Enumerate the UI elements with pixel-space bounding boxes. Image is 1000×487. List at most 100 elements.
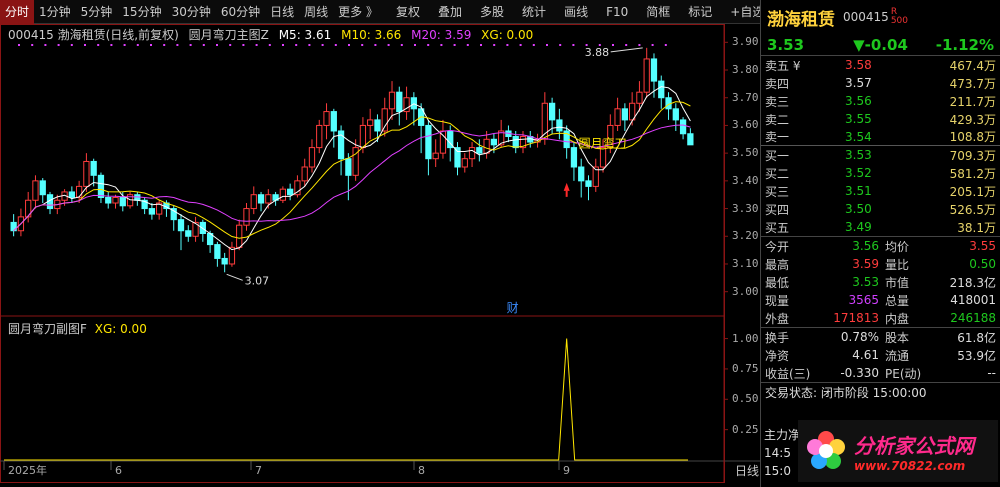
period-tab-5[interactable]: 60分钟 (216, 0, 265, 24)
candle-down (330, 111, 337, 132)
ask-row[interactable]: 卖一 3.54 108.8万 (761, 128, 1000, 146)
stat-value: 3565 (848, 293, 879, 307)
stat-value-2: 61.8亿 (957, 330, 996, 345)
ask-volume: 473.7万 (949, 76, 996, 91)
period-tab-3[interactable]: 15分钟 (117, 0, 166, 24)
signal-dot (97, 44, 100, 46)
bid-row[interactable]: 买五 3.49 38.1万 (761, 218, 1000, 236)
stats-row: 最高 3.59 量比 0.50 (761, 255, 1000, 273)
kline-chart-svg[interactable]: 3.88 3.07 圆月弯刀财 2025年 6 7 8 9 日线 (0, 24, 760, 487)
candle-up (75, 185, 83, 198)
sub-y-axis-label: 0.50 (732, 392, 759, 406)
signal-dot (255, 44, 258, 46)
candle-up (32, 180, 39, 201)
candle-down (148, 208, 156, 215)
candle-up (83, 160, 90, 187)
candle-down (374, 119, 381, 132)
candle-up (432, 152, 439, 160)
indicator-name[interactable]: 圆月弯刀主图Z (189, 28, 269, 42)
candle-down (578, 166, 585, 182)
stat-label: 净资 (765, 348, 790, 363)
r-badge: R 500 (891, 8, 908, 26)
sub-indicator-name[interactable]: 圆月弯刀副图F (8, 322, 87, 336)
candle-down (425, 124, 432, 160)
chart-frame (0, 24, 725, 483)
candle-up (308, 147, 316, 168)
bid-price: 3.52 (845, 166, 872, 180)
period-tab-7[interactable]: 周线 (299, 0, 333, 24)
candle-up (316, 124, 323, 149)
toolbar-button-1[interactable]: 叠加 (433, 0, 467, 24)
period-tab-1[interactable]: 1分钟 (34, 0, 76, 24)
stats-row: 最低 3.53 市值 218.3亿 (761, 273, 1000, 291)
stat-value: 171813 (833, 311, 879, 325)
ask-price: 3.56 (845, 94, 872, 108)
toolbar-button-0[interactable]: 复权 (391, 0, 425, 24)
ask-row[interactable]: 卖五 ¥ 3.58 467.4万 (761, 56, 1000, 74)
ask-price: 3.54 (845, 129, 872, 144)
signal-dot (123, 44, 126, 46)
toolbar-button-7[interactable]: 标记 (683, 0, 717, 24)
r-badge-num: 500 (890, 16, 908, 26)
signal-dot (493, 44, 496, 46)
price-change-pct: -1.12% (935, 35, 995, 54)
period-tab-4[interactable]: 30分钟 (167, 0, 216, 24)
stat-label-2: 量比 (885, 257, 910, 272)
candle-down (185, 230, 192, 237)
bid-row[interactable]: 买二 3.52 581.2万 (761, 164, 1000, 182)
period-tab-8[interactable]: 更多 》 (333, 0, 383, 24)
toolbar-button-3[interactable]: 统计 (517, 0, 551, 24)
period-tab-0[interactable]: 分时 (0, 0, 35, 24)
signal-dot (334, 44, 337, 46)
candle-down (345, 158, 352, 176)
period-tab-6[interactable]: 日线 (265, 0, 299, 24)
bid-row[interactable]: 买三 3.51 205.1万 (761, 182, 1000, 200)
flower-logo-icon (807, 431, 845, 469)
quote-title: 渤海租赁 000415 R 500 (761, 0, 1000, 34)
bid-price: 3.49 (845, 220, 872, 234)
buy-arrow-icon (563, 182, 570, 191)
sub-y-axis-label: 1.00 (732, 331, 759, 345)
candle-down (119, 196, 126, 207)
period-tab-2[interactable]: 5分钟 (76, 0, 118, 24)
quote-panel: 渤海租赁 000415 R 500 3.53 ▼-0.04 -1.12% 卖五 ¥… (760, 0, 1000, 487)
signal-dot (295, 44, 298, 46)
low-pointer (226, 273, 243, 281)
ask-label: 卖四 (765, 76, 790, 91)
kline-chart-area[interactable]: 3.88 3.07 圆月弯刀财 2025年 6 7 8 9 日线 000415 渤海租赁(日线,… (0, 24, 760, 487)
candle-down (585, 180, 592, 187)
ask-row[interactable]: 卖四 3.57 473.7万 (761, 74, 1000, 92)
candle-up (359, 124, 367, 149)
toolbar-button-5[interactable]: F10 (601, 0, 633, 24)
stat-value-2: 3.55 (969, 239, 996, 253)
stats2-row: 换手 0.78% 股本 61.8亿 (761, 328, 1000, 346)
bid-price: 3.50 (845, 202, 872, 216)
stat-value: 0.78% (840, 330, 879, 344)
candle-up (614, 108, 621, 126)
stat-label-2: 市值 (885, 275, 910, 290)
toolbar-button-4[interactable]: 画线 (559, 0, 593, 24)
candle-up (279, 188, 287, 201)
toolbar-button-6[interactable]: 简框 (641, 0, 675, 24)
bid-row[interactable]: 买四 3.50 526.5万 (761, 200, 1000, 218)
bid-row[interactable]: 买一 3.53 709.3万 (761, 146, 1000, 164)
candle-up (636, 91, 643, 104)
y-axis-label: 3.80 (732, 63, 759, 77)
candle-down (396, 91, 403, 113)
period-label: 日线 (735, 464, 759, 478)
candle-down (476, 147, 483, 154)
candle-down (90, 160, 97, 176)
stat-label-2: PE(动) (885, 366, 922, 381)
candle-up (643, 58, 650, 93)
low-label: 3.07 (245, 274, 270, 287)
signal-dot (427, 44, 430, 46)
candle-down (257, 194, 265, 204)
ask-row[interactable]: 卖二 3.55 429.3万 (761, 110, 1000, 128)
signal-dot (84, 44, 86, 46)
stock-code-name: 000415 渤海租赁(日线,前复权) (8, 28, 179, 42)
toolbar-button-2[interactable]: 多股 (475, 0, 509, 24)
stat-label: 换手 (765, 330, 790, 345)
ask-label: 卖二 (765, 112, 790, 127)
stat-label: 最低 (765, 275, 790, 290)
ask-row[interactable]: 卖三 3.56 211.7万 (761, 92, 1000, 110)
